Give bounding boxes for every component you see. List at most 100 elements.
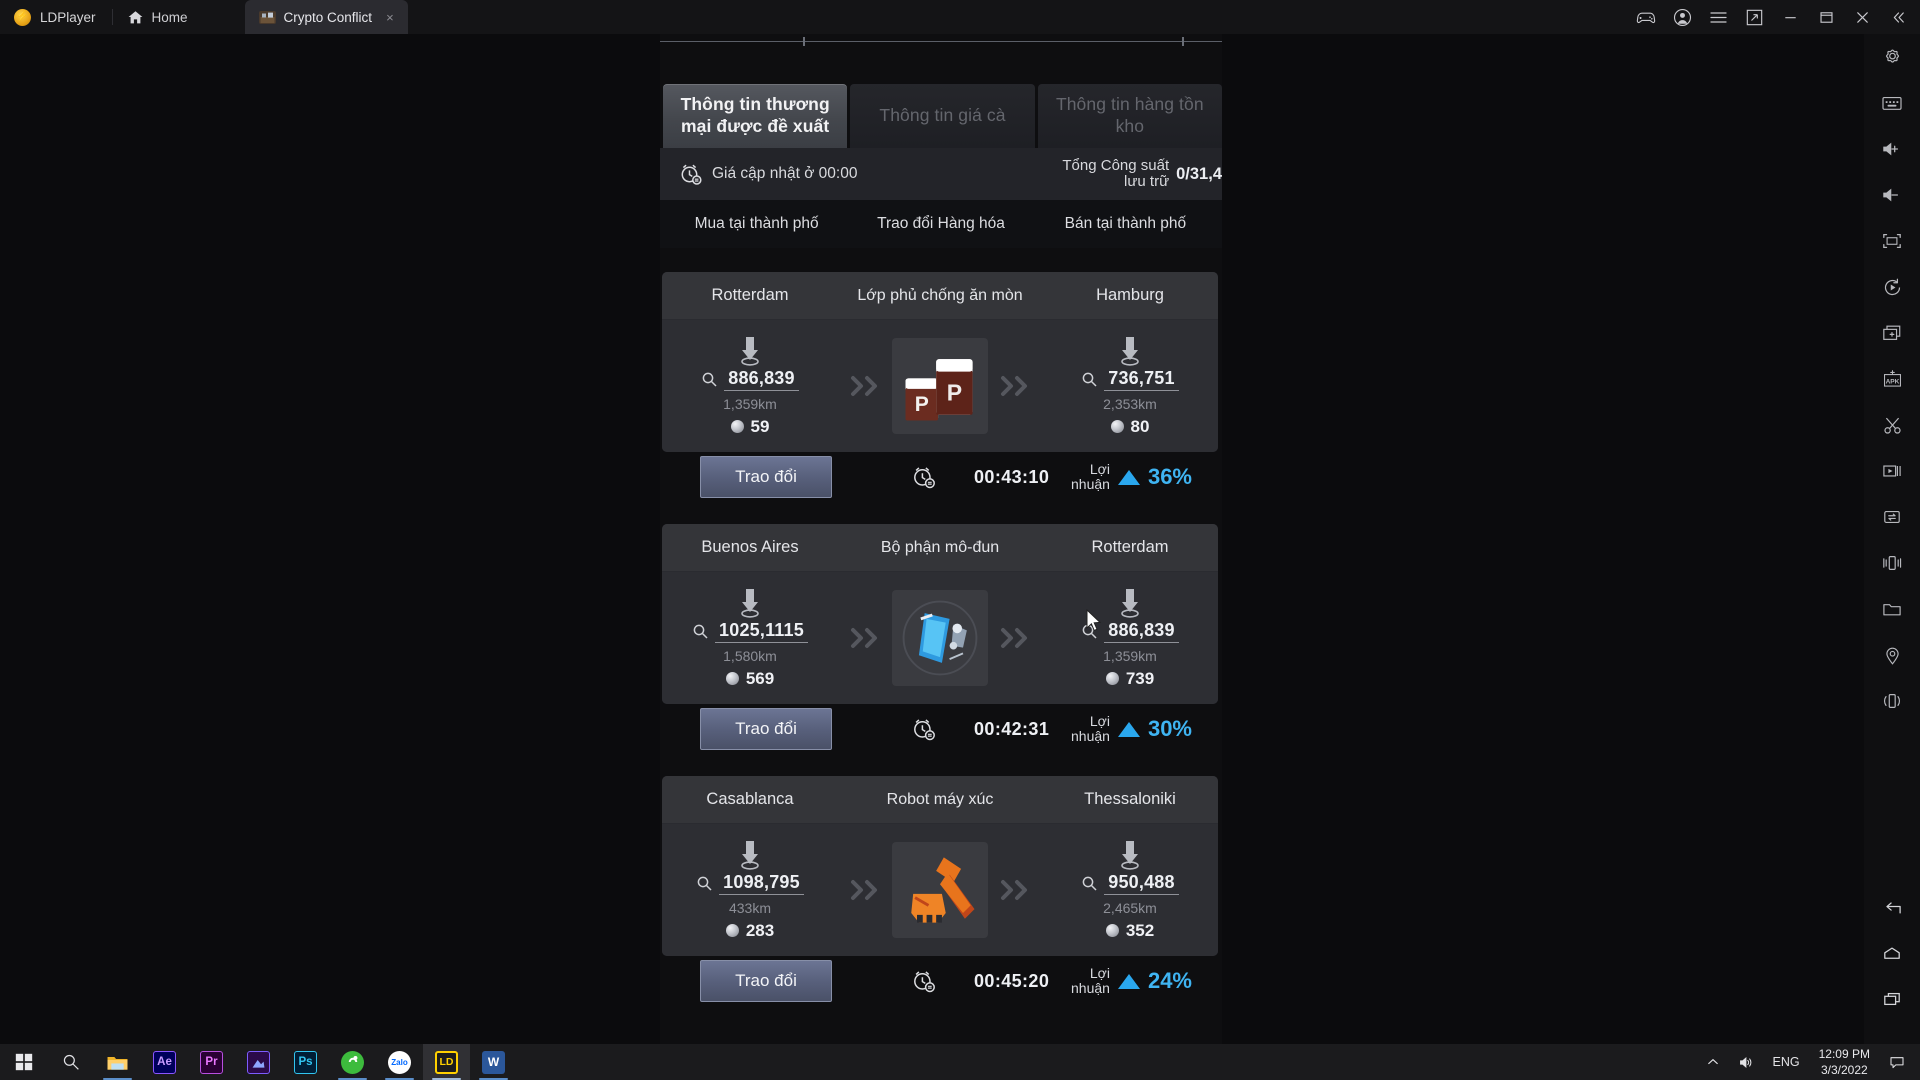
tab-home[interactable]: Home	[113, 0, 245, 34]
android-back-icon[interactable]	[1864, 884, 1920, 930]
word-icon[interactable]: W	[470, 1044, 517, 1080]
folder-shared-icon[interactable]	[1864, 586, 1920, 632]
screenshot-icon[interactable]	[1736, 0, 1772, 34]
trade-button[interactable]: Trao đổi	[700, 456, 832, 498]
profit-label: Lợi nhuận	[1071, 964, 1110, 996]
dest-city: Hamburg	[1096, 286, 1164, 304]
subtab-trade-goods[interactable]: Trao đổi Hàng hóa	[853, 215, 1029, 233]
ldplayer-sidebar: APK	[1864, 34, 1920, 1046]
install-apk-icon[interactable]: APK	[1864, 356, 1920, 402]
android-home-icon[interactable]	[1864, 930, 1920, 976]
settings-gear-icon[interactable]	[1864, 34, 1920, 80]
trade-timer: 00:42:31	[974, 718, 1050, 739]
menu-icon[interactable]	[1700, 0, 1736, 34]
arrow-right-icon-2	[988, 373, 1042, 399]
rotate-screen-icon[interactable]	[1864, 678, 1920, 724]
map-pin-icon	[739, 588, 761, 618]
notification-icon[interactable]	[1880, 1044, 1914, 1080]
tab-close-icon[interactable]: ×	[386, 11, 394, 24]
dest-distance: 2,465km	[1103, 899, 1157, 916]
maximize-icon[interactable]	[1808, 0, 1844, 34]
origin-city: Buenos Aires	[701, 538, 799, 556]
clock-time: 12:09 PM	[1818, 1046, 1870, 1061]
dest-qty-row: 352	[1105, 920, 1155, 941]
hairline-tick-right	[1182, 37, 1184, 46]
dest-qty-row: 80	[1110, 417, 1149, 437]
shake-icon[interactable]	[1864, 540, 1920, 586]
origin-qty-row: 59	[730, 417, 769, 437]
clock[interactable]: 12:09 PM 3/3/2022	[1809, 1046, 1880, 1079]
ldplayer-taskbar-icon[interactable]: LD	[423, 1044, 470, 1080]
origin-leg: 886,839 1,359km 59	[662, 336, 838, 437]
volume-down-icon[interactable]	[1864, 172, 1920, 218]
map-pin-icon-2	[1119, 588, 1141, 618]
start-button[interactable]	[0, 1044, 47, 1080]
account-icon[interactable]	[1664, 0, 1700, 34]
trade-card[interactable]: Casablanca Robot máy xúc Thessaloniki 10…	[662, 776, 1218, 956]
premiere-pro-icon[interactable]: Pr	[188, 1044, 235, 1080]
item-thumbnail	[892, 590, 988, 686]
file-explorer-icon[interactable]	[94, 1044, 141, 1080]
multi-instance-icon[interactable]	[1864, 310, 1920, 356]
tab-inventory-info[interactable]: Thông tin hàng tồn kho	[1037, 84, 1222, 148]
trade-card[interactable]: Buenos Aires Bộ phận mô-đun Rotterdam 10…	[662, 524, 1218, 704]
subtab-buy-in-city[interactable]: Mua tại thành phố	[660, 215, 853, 233]
trade-card-body: 886,839 1,359km 59 P P 736,751 2,353km 8…	[662, 320, 1218, 452]
svg-text:APK: APK	[1885, 379, 1899, 386]
show-hidden-icons[interactable]	[1696, 1044, 1730, 1080]
tab-suggested-trade-info[interactable]: Thông tin thương mại được đề xuất	[663, 84, 848, 148]
after-effects-icon[interactable]: Ae	[141, 1044, 188, 1080]
resource-bead-icon	[730, 420, 744, 433]
trade-button[interactable]: Trao đổi	[700, 708, 832, 750]
photoshop-icon[interactable]: Ps	[282, 1044, 329, 1080]
collapse-icon[interactable]	[1880, 0, 1916, 34]
hairline-tick-left	[803, 37, 805, 46]
origin-qty-row: 569	[725, 669, 774, 689]
volume-up-icon[interactable]	[1864, 126, 1920, 172]
map-pin-icon	[739, 840, 761, 870]
trade-card[interactable]: Rotterdam Lớp phủ chống ăn mòn Hamburg 8…	[662, 272, 1218, 452]
minimize-icon[interactable]	[1772, 0, 1808, 34]
origin-qty-row: 283	[725, 921, 774, 941]
dest-qty: 352	[1125, 920, 1155, 940]
zalo-icon[interactable]: Zalo	[376, 1044, 423, 1080]
close-icon[interactable]	[1844, 0, 1880, 34]
sub-tab-bar: Mua tại thành phố Trao đổi Hàng hóa Bán …	[660, 200, 1222, 248]
fullscreen-icon[interactable]	[1864, 218, 1920, 264]
profit-block: Lợi nhuận 36%	[1054, 450, 1192, 504]
arrow-right-icon-2	[988, 877, 1042, 903]
module-part-icon	[902, 600, 978, 676]
subtab-sell-in-city[interactable]: Bán tại thành phố	[1029, 215, 1222, 233]
origin-price-row: 1025,1115	[692, 620, 808, 643]
video-record-icon[interactable]	[1864, 448, 1920, 494]
profit-block: Lợi nhuận 30%	[1054, 702, 1192, 756]
search-icon[interactable]	[47, 1044, 94, 1080]
trade-action-row: Trao đổi 00:42:31 Lợi nhuận 30%	[660, 702, 1222, 756]
profit-label: Lợi nhuận	[1071, 712, 1110, 744]
ldplayer-titlebar: LDPlayer Home Crypto Conflict ×	[0, 0, 1920, 34]
game-screen: Thông tin thương mại được đề xuất Thông …	[660, 34, 1222, 1046]
top-hairline	[660, 41, 1222, 42]
item-name: Robot máy xúc	[886, 790, 994, 808]
keyboard-icon[interactable]	[1864, 80, 1920, 126]
gamepad-icon[interactable]	[1628, 0, 1664, 34]
volume-icon[interactable]	[1730, 1044, 1764, 1080]
location-icon[interactable]	[1864, 632, 1920, 678]
trade-button[interactable]: Trao đổi	[700, 960, 832, 1002]
game-thumb-icon	[258, 10, 276, 25]
ldplayer-logo-icon	[14, 8, 31, 26]
alarm-clock-icon	[678, 161, 704, 187]
green-app-icon[interactable]	[329, 1044, 376, 1080]
language-indicator[interactable]: ENG	[1764, 1055, 1809, 1069]
tab-home-label: Home	[151, 9, 188, 25]
macro-record-icon[interactable]	[1864, 264, 1920, 310]
origin-city: Rotterdam	[711, 286, 789, 304]
map-pin-icon-2	[1119, 336, 1141, 366]
tab-price-info[interactable]: Thông tin giá cà	[850, 84, 1035, 148]
lightroom-icon[interactable]	[235, 1044, 282, 1080]
tab-crypto-conflict[interactable]: Crypto Conflict ×	[244, 0, 408, 34]
android-recents-icon[interactable]	[1864, 976, 1920, 1022]
storage-capacity-label: Tổng Công suất lưu trữ	[1062, 156, 1170, 190]
scissors-screenshot-icon[interactable]	[1864, 402, 1920, 448]
sync-operation-icon[interactable]	[1864, 494, 1920, 540]
